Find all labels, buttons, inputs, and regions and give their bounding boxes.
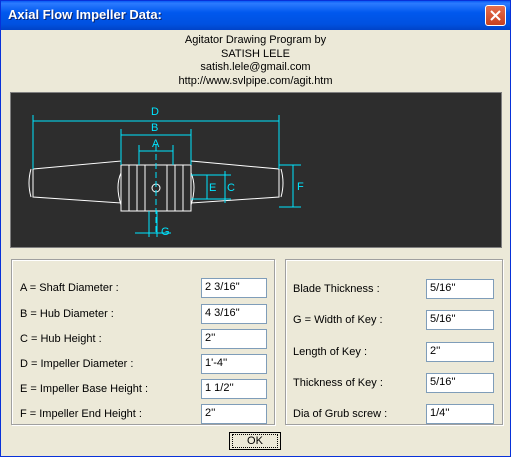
credits-block: Agitator Drawing Program by SATISH LELE … xyxy=(1,34,510,88)
key-thickness-label: Thickness of Key : xyxy=(293,377,383,389)
dim-label-c: C xyxy=(227,182,235,194)
ok-button-label: OK xyxy=(232,434,278,448)
blade-thickness-field[interactable]: 5/16'' xyxy=(426,279,494,299)
ok-button[interactable]: OK xyxy=(229,432,281,450)
hub-diameter-field[interactable]: 4 3/16'' xyxy=(201,304,267,324)
impeller-base-height-label: E = Impeller Base Height : xyxy=(20,383,149,395)
impeller-diameter-label: D = Impeller Diameter : xyxy=(20,358,134,370)
credits-url: http://www.svlpipe.com/agit.htm xyxy=(178,74,333,87)
dim-label-a: A xyxy=(152,138,160,150)
title-bar[interactable]: Axial Flow Impeller Data: xyxy=(1,1,510,30)
dim-label-b: B xyxy=(151,122,158,134)
credits-line-1: Agitator Drawing Program by xyxy=(184,34,327,46)
impeller-drawing-svg: D B A E C F G xyxy=(28,106,304,238)
close-icon xyxy=(490,10,501,21)
shaft-diameter-label: A = Shaft Diameter : xyxy=(20,282,119,294)
dim-label-g: G xyxy=(161,226,170,238)
blade-thickness-label: Blade Thickness : xyxy=(293,283,380,295)
key-length-label: Length of Key : xyxy=(293,346,367,358)
window-title: Axial Flow Impeller Data: xyxy=(8,7,162,22)
impeller-diameter-field[interactable]: 1'-4'' xyxy=(201,354,267,374)
grub-screw-dia-field[interactable]: 1/4'' xyxy=(426,404,494,424)
dimension-labels: D B A E C F G xyxy=(151,106,304,238)
shaft-diameter-field[interactable]: 2 3/16'' xyxy=(201,278,267,298)
impeller-end-height-field[interactable]: 2'' xyxy=(201,404,267,424)
hub-diameter-label: B = Hub Diameter : xyxy=(20,308,114,320)
hub-height-field[interactable]: 2'' xyxy=(201,329,267,349)
key-length-field[interactable]: 2'' xyxy=(426,342,494,362)
dim-label-e: E xyxy=(209,182,216,194)
key-width-label: G = Width of Key : xyxy=(293,314,383,326)
impeller-drawing: D B A E C F G xyxy=(10,92,502,248)
dialog-window: Axial Flow Impeller Data: Agitator Drawi… xyxy=(0,0,511,457)
key-thickness-field[interactable]: 5/16'' xyxy=(426,373,494,393)
impeller-base-height-field[interactable]: 1 1/2'' xyxy=(201,379,267,399)
key-width-field[interactable]: 5/16'' xyxy=(426,310,494,330)
close-button[interactable] xyxy=(485,5,506,26)
key-details-group: Blade Thickness : 5/16'' G = Width of Ke… xyxy=(285,259,503,425)
grub-screw-dia-label: Dia of Grub screw : xyxy=(293,408,388,420)
dim-label-d: D xyxy=(151,106,159,118)
impeller-end-height-label: F = Impeller End Height : xyxy=(20,408,142,420)
credits-email: satish.lele@gmail.com xyxy=(200,61,311,73)
hub-height-label: C = Hub Height : xyxy=(20,333,102,345)
dim-label-f: F xyxy=(297,181,304,193)
credits-author: SATISH LELE xyxy=(221,47,290,60)
impeller-dimensions-group: A = Shaft Diameter : 2 3/16'' B = Hub Di… xyxy=(11,259,275,425)
